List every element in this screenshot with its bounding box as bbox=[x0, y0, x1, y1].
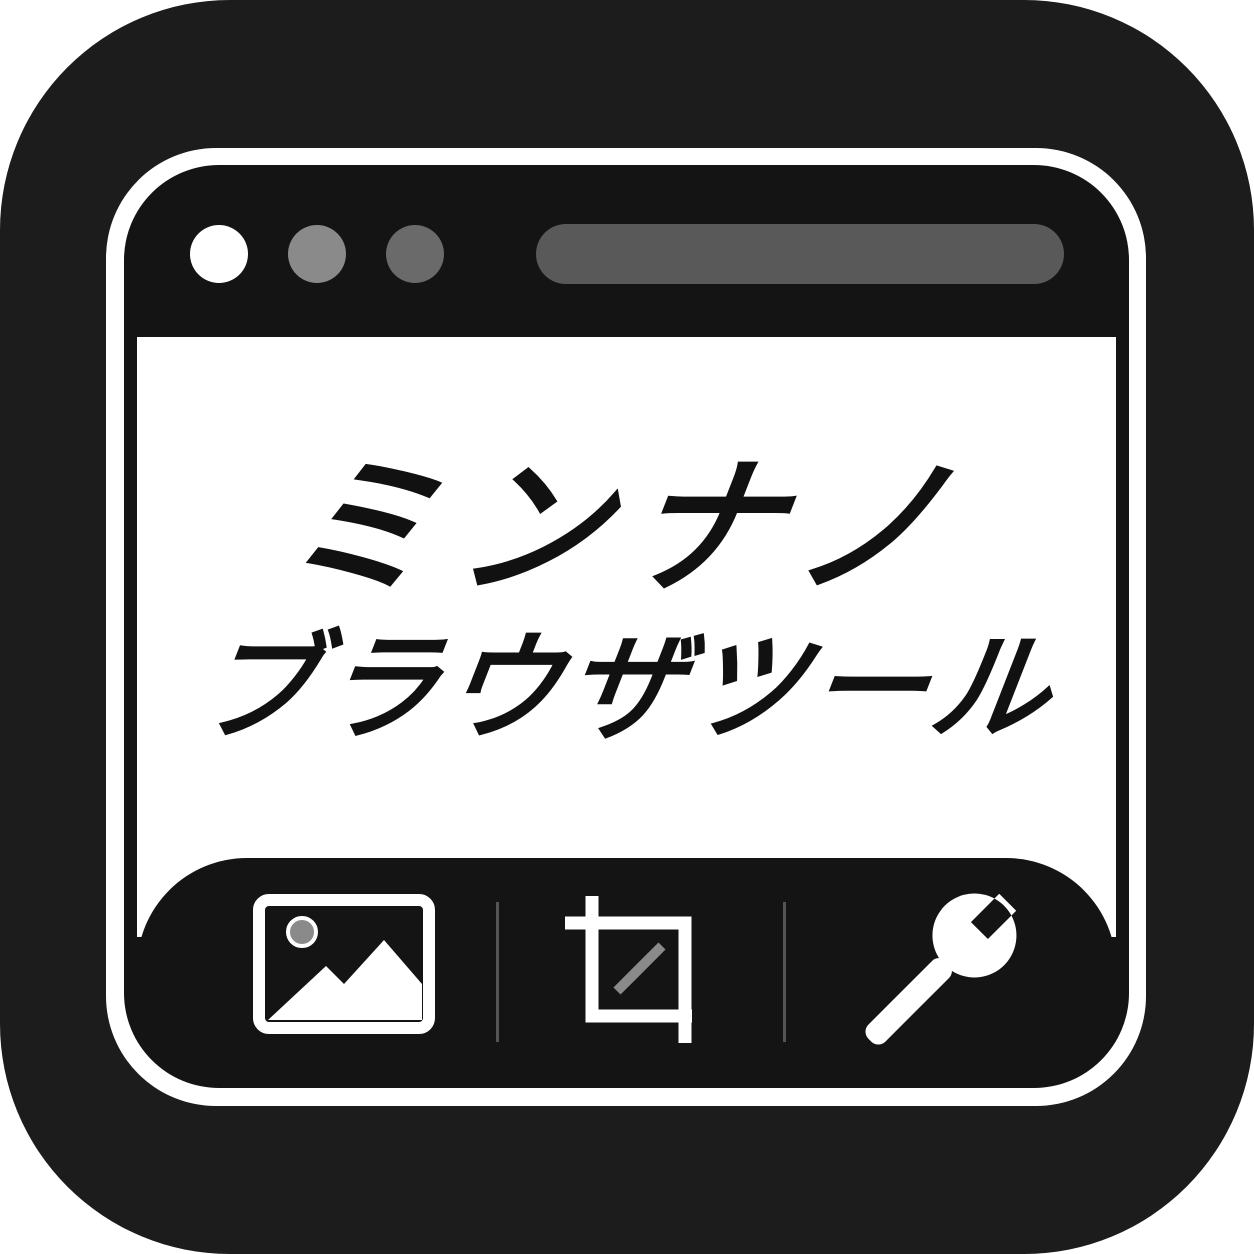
minimize-dot[interactable] bbox=[288, 225, 346, 283]
toolbar bbox=[137, 858, 1116, 1075]
content-area: ミンナノ ブラウザツール bbox=[137, 337, 1116, 937]
image-tool-button[interactable] bbox=[244, 888, 444, 1058]
title-line-2: ブラウザツール bbox=[189, 619, 1064, 757]
app-icon: ミンナノ ブラウザツール bbox=[0, 0, 1254, 1254]
close-dot[interactable] bbox=[190, 225, 248, 283]
wrench-icon bbox=[865, 893, 1017, 1045]
crop-icon bbox=[565, 896, 692, 1043]
browser-window: ミンナノ ブラウザツール bbox=[124, 165, 1129, 1088]
toolbar-divider bbox=[496, 902, 499, 1042]
app-title: ミンナノ ブラウザツール bbox=[137, 442, 1116, 757]
settings-tool-button[interactable] bbox=[837, 888, 1037, 1058]
maximize-dot[interactable] bbox=[386, 225, 444, 283]
address-bar[interactable] bbox=[536, 224, 1064, 284]
toolbar-divider bbox=[783, 902, 786, 1042]
image-icon bbox=[253, 894, 435, 1034]
title-line-1: ミンナノ bbox=[274, 442, 980, 616]
crop-tool-button[interactable] bbox=[537, 888, 737, 1058]
